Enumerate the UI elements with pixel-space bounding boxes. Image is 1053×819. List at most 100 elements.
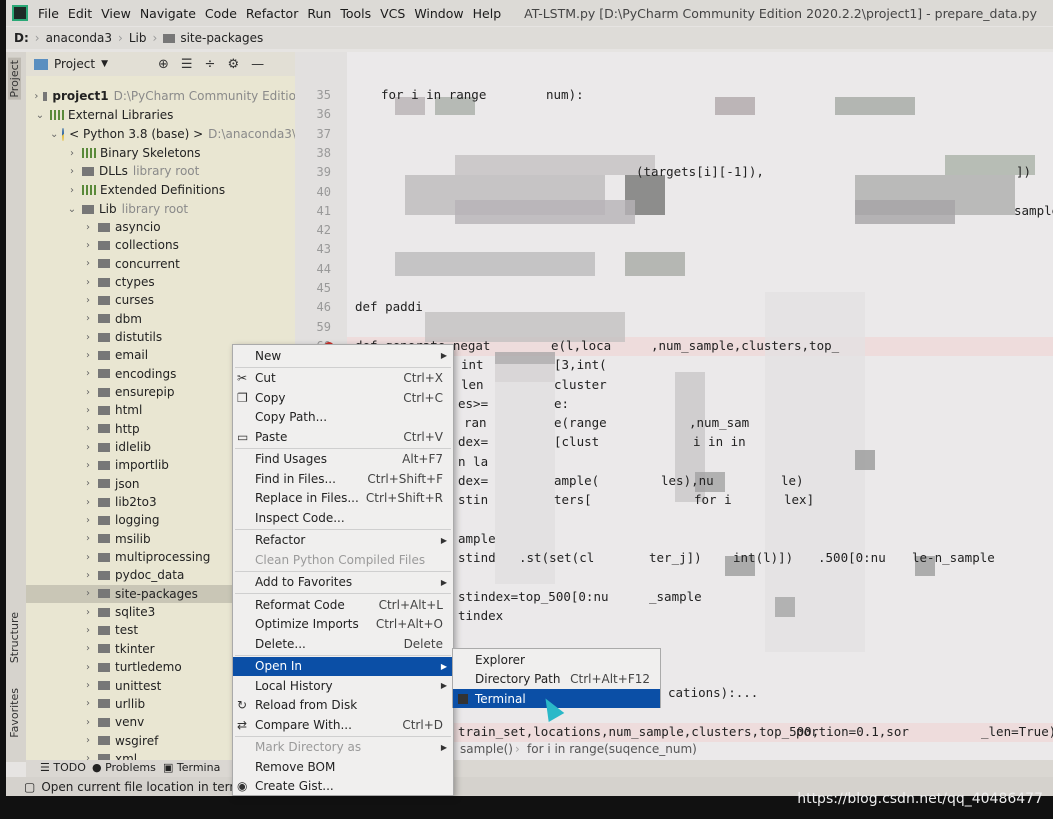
menu-navigate[interactable]: Navigate [140,6,196,21]
chevron-right-icon[interactable]: › [82,533,94,544]
chevron-right-icon[interactable]: › [82,698,94,709]
chevron-right-icon[interactable]: › [82,332,94,343]
editor-breadcrumb-function[interactable]: sample() [460,742,513,756]
chevron-right-icon[interactable]: › [82,423,94,434]
menu-item-copy[interactable]: ❐ Copy Ctrl+C [233,388,453,407]
menu-tools[interactable]: Tools [340,6,371,21]
chevron-right-icon[interactable]: › [82,350,94,361]
chevron-down-icon[interactable]: ▼ [101,59,108,69]
tree-item-external-libraries[interactable]: ⌄ External Libraries [26,106,296,124]
chevron-right-icon[interactable]: › [82,405,94,416]
menu-window[interactable]: Window [414,6,463,21]
chevron-right-icon[interactable]: › [82,588,94,599]
menu-item-replace-in-files[interactable]: Replace in Files... Ctrl+Shift+R [233,489,453,508]
chevron-right-icon[interactable]: › [82,625,94,636]
menu-item-paste[interactable]: ▭ Paste Ctrl+V [233,427,453,446]
chevron-right-icon[interactable]: › [82,607,94,618]
chevron-right-icon[interactable]: › [82,460,94,471]
gear-icon[interactable]: ⚙ [227,57,239,72]
chevron-right-icon[interactable]: › [82,387,94,398]
menu-item-reload-from-disk[interactable]: ↻ Reload from Disk [233,696,453,715]
collapse-all-icon[interactable]: ÷ [205,57,216,72]
chevron-down-icon[interactable]: ⌄ [34,110,46,121]
menu-item-add-to-favorites[interactable]: Add to Favorites ▶ [233,573,453,592]
chevron-right-icon[interactable]: › [82,277,94,288]
chevron-right-icon[interactable]: › [82,313,94,324]
chevron-right-icon[interactable]: › [82,258,94,269]
hide-icon[interactable]: — [251,57,264,72]
chevron-down-icon[interactable]: ⌄ [50,129,58,140]
menu-view[interactable]: View [101,6,131,21]
menu-item-remove-bom[interactable]: Remove BOM [233,757,453,776]
chevron-right-icon[interactable]: › [82,570,94,581]
tab-problems[interactable]: ● Problems [92,761,156,774]
tree-item--python-3-8-base-[interactable]: ⌄ < Python 3.8 (base) > D:\anaconda3\ [26,125,296,143]
menu-code[interactable]: Code [205,6,237,21]
menu-item-cut[interactable]: ✂ Cut Ctrl+X [233,369,453,388]
tab-favorites[interactable]: Favorites [8,688,21,738]
menu-item-find-in-files[interactable]: Find in Files... Ctrl+Shift+F [233,469,453,488]
chevron-right-icon[interactable]: › [82,735,94,746]
menu-item-create-gist[interactable]: ◉ Create Gist... [233,777,453,796]
chevron-right-icon[interactable]: › [34,91,39,102]
tree-item-concurrent[interactable]: › concurrent [26,255,296,273]
menu-file[interactable]: File [38,6,59,21]
tab-terminal[interactable]: ▣ Termina [163,761,220,774]
tree-item-curses[interactable]: › curses [26,291,296,309]
chevron-right-icon[interactable]: › [82,442,94,453]
menu-item-refactor[interactable]: Refactor ▶ [233,531,453,550]
menu-edit[interactable]: Edit [68,6,92,21]
chevron-right-icon[interactable]: › [66,148,78,159]
tree-item-asyncio[interactable]: › asyncio [26,218,296,236]
chevron-right-icon[interactable]: › [66,166,78,177]
menu-run[interactable]: Run [307,6,331,21]
menu-item-find-usages[interactable]: Find Usages Alt+F7 [233,450,453,469]
menu-item-open-in[interactable]: Open In ▶ [233,656,453,676]
chevron-right-icon[interactable]: › [82,515,94,526]
chevron-right-icon[interactable]: › [82,295,94,306]
menu-help[interactable]: Help [473,6,502,21]
menu-item-optimize-imports[interactable]: Optimize Imports Ctrl+Alt+O [233,615,453,634]
menu-item-local-history[interactable]: Local History ▶ [233,676,453,695]
submenu-item-directory-path[interactable]: Directory Path Ctrl+Alt+F12 [453,670,660,689]
tree-item-dbm[interactable]: › dbm [26,310,296,328]
menu-vcs[interactable]: VCS [380,6,405,21]
chevron-down-icon[interactable]: ⌄ [66,204,78,215]
menu-refactor[interactable]: Refactor [246,6,298,21]
menu-item-delete[interactable]: Delete... Delete [233,634,453,653]
chevron-right-icon[interactable]: › [82,552,94,563]
tree-item-lib[interactable]: ⌄ Lib library root [26,200,296,218]
tree-item-project1[interactable]: › project1 D:\PyCharm Community Editio [26,87,296,105]
chevron-right-icon[interactable]: › [82,368,94,379]
chevron-right-icon[interactable]: › [82,222,94,233]
menu-item-compare-with[interactable]: ⇄ Compare With... Ctrl+D [233,715,453,734]
breadcrumb-lib[interactable]: Lib [129,31,147,45]
tree-item-ctypes[interactable]: › ctypes [26,273,296,291]
breadcrumb-anaconda3[interactable]: anaconda3 [46,31,112,45]
chevron-right-icon[interactable]: › [82,662,94,673]
menu-item-inspect-code[interactable]: Inspect Code... [233,508,453,527]
tree-item-dlls[interactable]: › DLLs library root [26,162,296,180]
tab-todo[interactable]: ☰ TODO [40,761,86,774]
submenu-item-explorer[interactable]: Explorer [453,650,660,669]
menu-item-copy-path[interactable]: Copy Path... [233,408,453,427]
breadcrumb-drive[interactable]: D: [14,31,29,45]
chevron-right-icon[interactable]: › [82,680,94,691]
tree-item-collections[interactable]: › collections [26,236,296,254]
chevron-right-icon[interactable]: › [82,240,94,251]
tree-item-binary-skeletons[interactable]: › Binary Skeletons [26,144,296,162]
chevron-right-icon[interactable]: › [82,643,94,654]
tab-structure[interactable]: Structure [8,612,21,663]
menu-item-reformat-code[interactable]: Reformat Code Ctrl+Alt+L [233,595,453,614]
chevron-right-icon[interactable]: › [82,717,94,728]
expand-all-icon[interactable]: ☰ [181,57,193,72]
menu-item-new[interactable]: New ▶ [233,346,453,365]
tab-project[interactable]: Project [8,58,21,100]
breadcrumb-site-packages[interactable]: site-packages [163,31,269,45]
tree-item-extended-definitions[interactable]: › Extended Definitions [26,181,296,199]
project-view-selector[interactable]: Project [54,57,95,71]
chevron-right-icon[interactable]: › [66,185,78,196]
chevron-right-icon[interactable]: › [82,497,94,508]
editor-breadcrumb-loop[interactable]: for i in range(suqence_num) [527,742,697,756]
locate-icon[interactable]: ⊕ [158,57,169,72]
